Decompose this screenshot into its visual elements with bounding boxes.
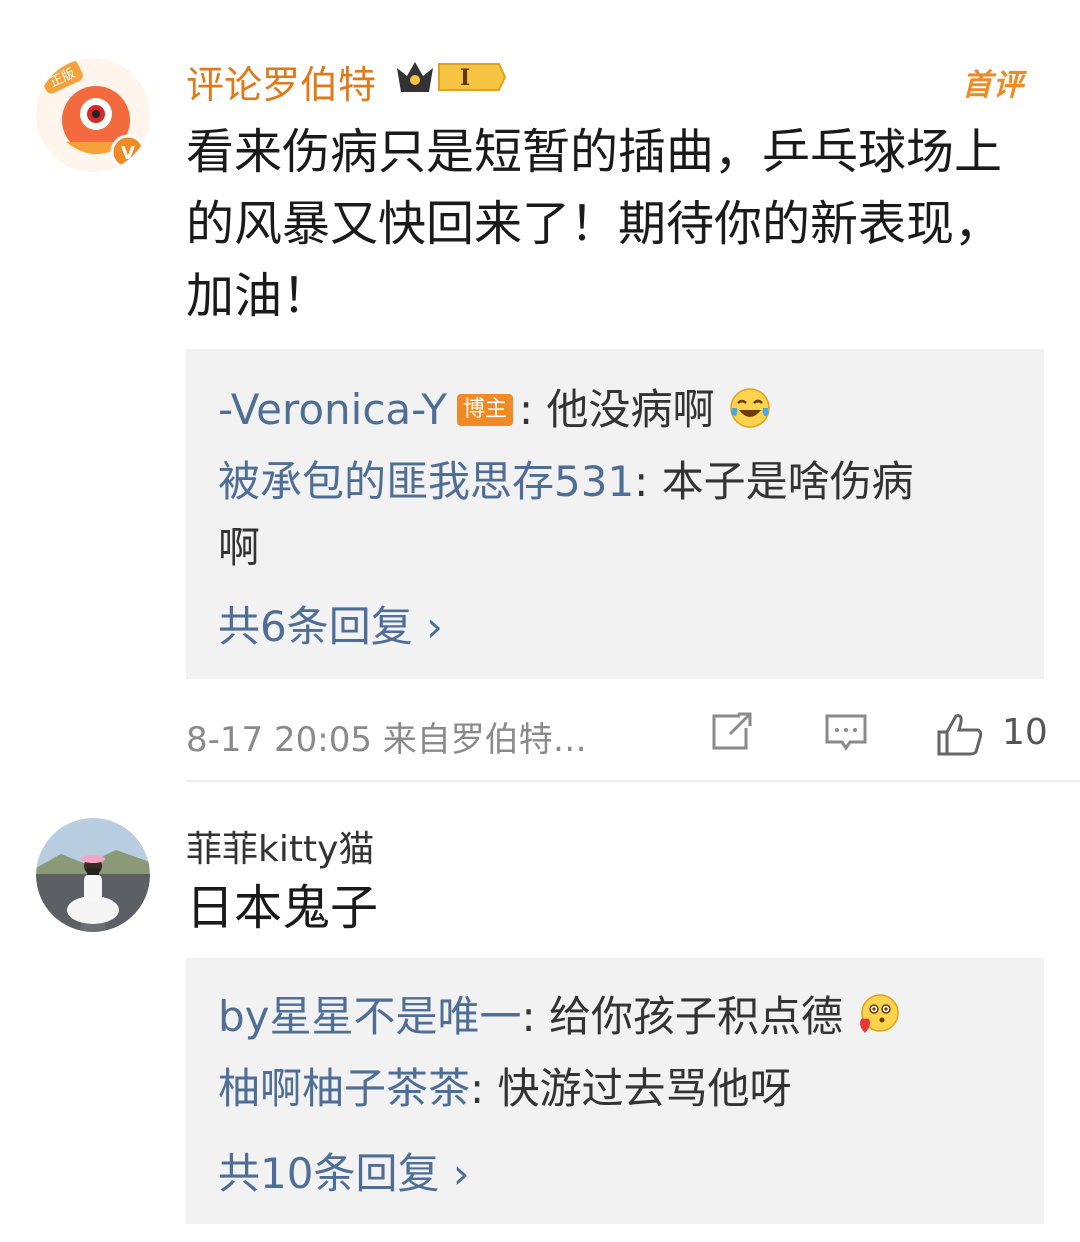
reply-username[interactable]: 被承包的匪我思存531 <box>218 457 634 506</box>
reply-username[interactable]: by星星不是唯一 <box>218 992 522 1041</box>
reply-item[interactable]: 被承包的匪我思存531: 本子是啥伤病啊 <box>218 449 954 581</box>
like-icon[interactable] <box>936 712 984 756</box>
reply-text: : 快游过去骂他呀 <box>470 1064 792 1113</box>
comment-icon[interactable] <box>824 712 868 752</box>
reply-item[interactable]: by星星不是唯一: 给你孩子积点德 <box>218 984 954 1050</box>
view-all-replies-link[interactable]: 共6条回复 › <box>218 593 443 654</box>
comment-item: 菲菲kitty猫 日本鬼子 by星星不是唯一: 给你孩子积点德 柚啊柚子茶茶: … <box>0 0 1080 1224</box>
reply-item[interactable]: 柚啊柚子茶茶: 快游过去骂他呀 <box>218 1056 954 1122</box>
photo-avatar-icon <box>36 818 150 932</box>
reply-text: : 给你孩子积点德 <box>521 992 844 1041</box>
reply-preview-box[interactable]: by星星不是唯一: 给你孩子积点德 柚啊柚子茶茶: 快游过去骂他呀 共10条回复… <box>186 958 1044 1224</box>
heart-kiss-emoji-icon <box>860 994 900 1033</box>
user-avatar[interactable] <box>36 818 150 932</box>
comment-text: 日本鬼子 <box>186 880 379 936</box>
comment-meta: 8-17 20:05 来自罗伯特… <box>186 720 587 760</box>
comment-username[interactable]: 菲菲kitty猫 <box>186 820 374 872</box>
divider <box>186 780 1080 782</box>
reply-username[interactable]: 柚啊柚子茶茶 <box>218 1064 470 1113</box>
share-icon[interactable] <box>710 712 754 752</box>
view-all-replies-link[interactable]: 共10条回复 › <box>218 1140 470 1201</box>
like-count: 10 <box>1002 712 1048 753</box>
